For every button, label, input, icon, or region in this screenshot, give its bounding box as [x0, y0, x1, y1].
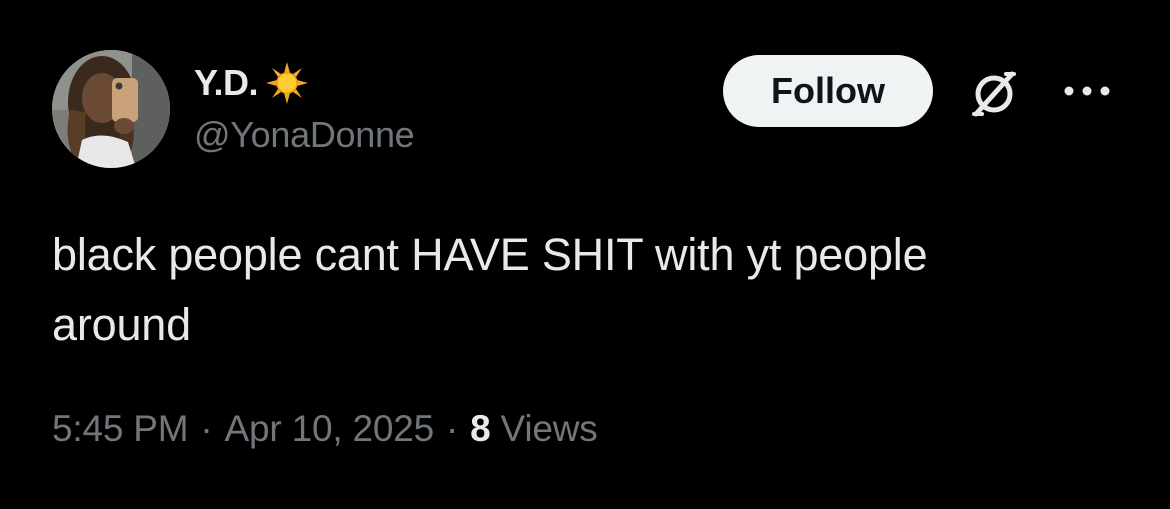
meta-separator: · — [200, 408, 213, 449]
views-label[interactable]: Views — [501, 408, 598, 450]
sun-emoji-icon — [266, 62, 309, 104]
tweet-time[interactable]: 5:45 PM — [52, 408, 189, 450]
tweet-card: Y.D. @YonaDonne Follow black people cant… — [0, 0, 1170, 509]
display-name[interactable]: Y.D. — [194, 62, 259, 104]
author-info: Y.D. @YonaDonne — [194, 58, 415, 156]
views-count[interactable]: 8 — [470, 408, 491, 450]
tweet-text: black people cant HAVE SHIT with yt peop… — [52, 229, 928, 350]
meta-separator: · — [446, 408, 459, 449]
user-handle[interactable]: @YonaDonne — [194, 114, 415, 156]
avatar-photo-icon — [52, 50, 170, 168]
avatar[interactable] — [52, 50, 170, 168]
grok-icon[interactable] — [966, 66, 1022, 122]
follow-button[interactable]: Follow — [723, 55, 933, 127]
more-options-icon[interactable] — [1060, 82, 1114, 100]
display-name-row: Y.D. — [194, 58, 414, 108]
tweet-metadata: 5:45 PM · Apr 10, 2025 · 8 Views — [52, 408, 598, 450]
tweet-date[interactable]: Apr 10, 2025 — [225, 408, 435, 450]
